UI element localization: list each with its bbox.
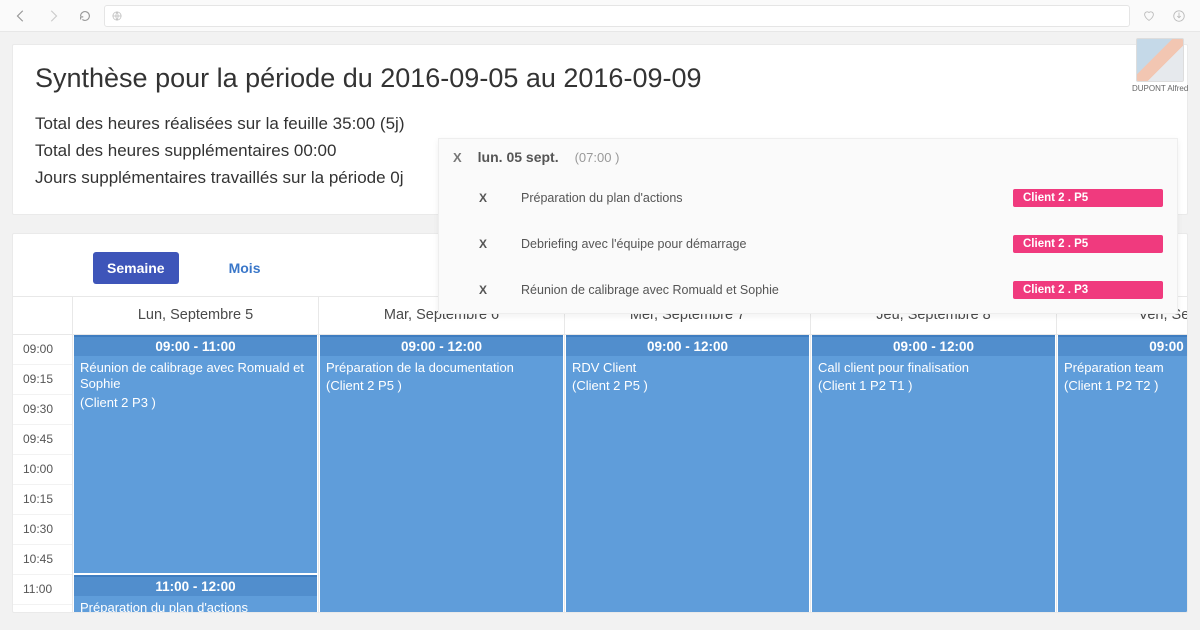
event-title: RDV Client [572, 360, 803, 377]
event-time: 09:00 - 12:00 [566, 337, 809, 356]
event-time: 09:00 - 12:00 [320, 337, 563, 356]
popover-item: X Réunion de calibrage avec Romuald et So… [439, 267, 1177, 313]
popover-item-label: Debriefing avec l'équipe pour démarrage [521, 237, 979, 251]
event-client: (Client 1 P2 T2 ) [1064, 378, 1187, 393]
day-detail-popover: X lun. 05 sept. (07:00 ) X Préparation du… [438, 138, 1178, 314]
popover-item-close-icon[interactable]: X [479, 191, 487, 205]
event-client: (Client 2 P5 ) [326, 378, 557, 393]
popover-close-icon[interactable]: X [453, 150, 462, 165]
summary-line-hours: Total des heures réalisées sur la feuill… [35, 110, 1165, 137]
tab-week[interactable]: Semaine [93, 252, 179, 284]
browser-toolbar [0, 0, 1200, 32]
day-body[interactable]: 09:00 - 12:00 RDV Client(Client 2 P5 ) [565, 335, 810, 613]
forward-button[interactable] [40, 4, 66, 28]
time-slot: 09:15 [13, 365, 72, 395]
event-time: 09:00 - 11:00 [74, 337, 317, 356]
time-slot: 11:00 [13, 575, 72, 605]
calendar-event[interactable]: 09:00 - 11:00 Réunion de calibrage avec R… [74, 335, 317, 573]
time-slot: 10:00 [13, 455, 72, 485]
popover-item-close-icon[interactable]: X [479, 283, 487, 297]
page-title: Synthèse pour la période du 2016-09-05 a… [35, 63, 1165, 94]
popover-item-label: Réunion de calibrage avec Romuald et Sop… [521, 283, 979, 297]
time-slot: 09:30 [13, 395, 72, 425]
day-header: Lun, Septembre 5 [73, 297, 318, 335]
calendar-event[interactable]: 09:00 - 12 Préparation team(Client 1 P2 T… [1058, 335, 1187, 613]
time-column: 09:0009:1509:3009:4510:0010:1510:3010:45… [13, 297, 73, 613]
calendar-event[interactable]: 11:00 - 12:00 Préparation du plan d'actio… [74, 575, 317, 613]
popover-item-pill[interactable]: Client 2 . P3 [1013, 281, 1163, 299]
time-slot: 09:00 [13, 335, 72, 365]
avatar-image [1136, 38, 1184, 82]
event-title: Préparation team [1064, 360, 1187, 377]
popover-time: (07:00 ) [575, 150, 620, 165]
calendar-event[interactable]: 09:00 - 12:00 RDV Client(Client 2 P5 ) [566, 335, 809, 613]
popover-date: lun. 05 sept. [478, 149, 559, 165]
popover-item-pill[interactable]: Client 2 . P5 [1013, 189, 1163, 207]
day-body[interactable]: 09:00 - 12:00 Préparation de la documenta… [319, 335, 564, 613]
time-slot: 09:45 [13, 425, 72, 455]
time-slot: 10:45 [13, 545, 72, 575]
popover-item-pill[interactable]: Client 2 . P5 [1013, 235, 1163, 253]
event-title: Préparation de la documentation [326, 360, 557, 377]
popover-item-close-icon[interactable]: X [479, 237, 487, 251]
event-client: (Client 1 P2 T1 ) [818, 378, 1049, 393]
avatar-name: DUPONT Alfred [1132, 84, 1188, 93]
day-column: Jeu, Septembre 809:00 - 12:00Call client… [811, 297, 1057, 613]
event-time: 09:00 - 12:00 [812, 337, 1055, 356]
day-column: Mer, Septembre 709:00 - 12:00RDV Client(… [565, 297, 811, 613]
day-body[interactable]: 09:00 - 12 Préparation team(Client 1 P2 T… [1057, 335, 1187, 613]
day-column: Lun, Septembre 5 09:00 - 11:00 Réunion de … [73, 297, 319, 613]
popover-item-label: Préparation du plan d'actions [521, 191, 979, 205]
reload-button[interactable] [72, 4, 98, 28]
tab-month[interactable]: Mois [215, 252, 275, 284]
popover-item: X Debriefing avec l'équipe pour démarrage… [439, 221, 1177, 267]
favorite-button[interactable] [1136, 4, 1162, 28]
time-slot: 10:30 [13, 515, 72, 545]
popover-item: X Préparation du plan d'actions Client 2 .… [439, 175, 1177, 221]
event-title: Préparation du plan d'actions [80, 600, 311, 613]
event-title: Réunion de calibrage avec Romuald et Sop… [80, 360, 311, 394]
time-slot: 10:15 [13, 485, 72, 515]
user-avatar[interactable]: DUPONT Alfred [1132, 38, 1188, 93]
back-button[interactable] [8, 4, 34, 28]
event-time: 09:00 - 12 [1058, 337, 1187, 356]
globe-icon [111, 10, 123, 22]
day-column: Ven, Septem09:00 - 12Préparation team(Cl… [1057, 297, 1187, 613]
event-time: 11:00 - 12:00 [74, 577, 317, 596]
address-bar[interactable] [104, 5, 1130, 27]
event-title: Call client pour finalisation [818, 360, 1049, 377]
calendar-grid: 09:0009:1509:3009:4510:0010:1510:3010:45… [13, 296, 1187, 613]
download-button[interactable] [1166, 4, 1192, 28]
day-body[interactable]: 09:00 - 11:00 Réunion de calibrage avec R… [73, 335, 318, 613]
calendar-event[interactable]: 09:00 - 12:00 Call client pour finalisati… [812, 335, 1055, 613]
day-column: Mar, Septembre 609:00 - 12:00Préparation… [319, 297, 565, 613]
day-body[interactable]: 09:00 - 12:00 Call client pour finalisati… [811, 335, 1056, 613]
event-client: (Client 2 P5 ) [572, 378, 803, 393]
calendar-event[interactable]: 09:00 - 12:00 Préparation de la documenta… [320, 335, 563, 613]
event-client: (Client 2 P3 ) [80, 395, 311, 410]
time-slot: 11:15 [13, 605, 72, 613]
